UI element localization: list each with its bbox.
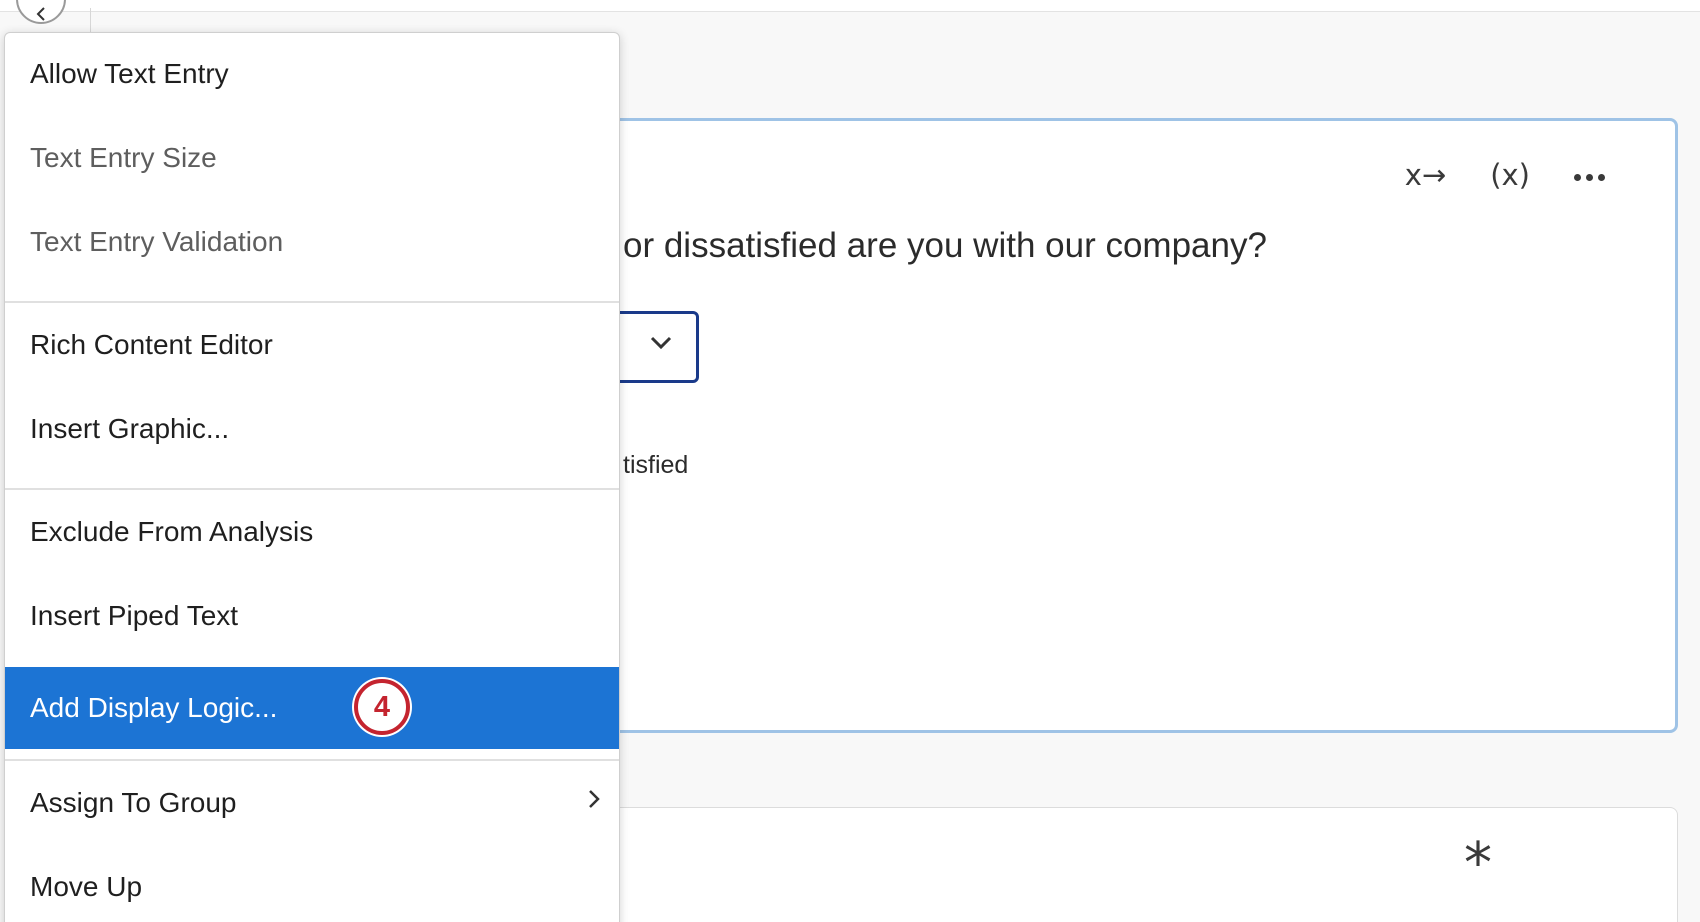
menu-item-exclude-from-analysis[interactable]: Exclude From Analysis [5,491,619,573]
menu-item-text-entry-size[interactable]: Text Entry Size [5,117,619,199]
menu-item-add-display-logic[interactable]: Add Display Logic... 4 [5,667,619,749]
menu-item-allow-text-entry[interactable]: Allow Text Entry [5,33,619,115]
step-badge: 4 [354,679,410,735]
chevron-left-icon [36,7,45,21]
menu-item-move-up[interactable]: Move Up [5,846,619,922]
question-text[interactable]: or dissatisfied are you with our company… [623,226,1267,266]
menu-item-label: Insert Graphic... [30,413,230,444]
answer-choice-label: tisfied [623,451,689,479]
question-context-menu: Allow Text Entry Text Entry Size Text En… [4,32,620,922]
menu-item-label: Text Entry Validation [30,226,284,257]
menu-item-label: Text Entry Size [30,142,217,173]
ellipsis-icon[interactable] [1574,170,1605,181]
survey-editor: x→ (x) or dissatisfied are you with our … [0,0,1700,922]
toolbar-divider [90,8,91,34]
menu-item-rich-content-editor[interactable]: Rich Content Editor [5,304,619,386]
menu-divider [5,759,619,761]
menu-item-insert-piped-text[interactable]: Insert Piped Text [5,575,619,657]
question-tools: x→ (x) [1405,161,1605,190]
skip-logic-icon[interactable]: x→ [1405,161,1446,190]
menu-item-label: Insert Piped Text [30,600,239,631]
question-card[interactable]: x→ (x) or dissatisfied are you with our … [560,118,1678,733]
menu-divider [5,301,619,303]
menu-item-label: Allow Text Entry [30,58,229,89]
menu-item-assign-to-group[interactable]: Assign To Group [5,762,619,844]
chevron-right-icon [589,790,600,808]
menu-item-text-entry-validation[interactable]: Text Entry Validation [5,201,619,283]
menu-item-label: Rich Content Editor [30,329,273,360]
piped-text-icon[interactable]: (x) [1490,161,1530,190]
menu-item-insert-graphic[interactable]: Insert Graphic... [5,388,619,470]
chevron-down-icon [650,336,672,350]
back-button[interactable] [16,0,66,24]
toolbar [0,0,1700,34]
next-question-card[interactable]: * [560,807,1678,922]
required-asterisk-icon: * [1464,831,1492,896]
menu-item-label: Assign To Group [30,787,237,818]
menu-divider [5,488,619,490]
menu-item-label: Move Up [30,871,143,902]
menu-item-label: Exclude From Analysis [30,516,314,547]
menu-item-label: Add Display Logic... [30,692,278,723]
